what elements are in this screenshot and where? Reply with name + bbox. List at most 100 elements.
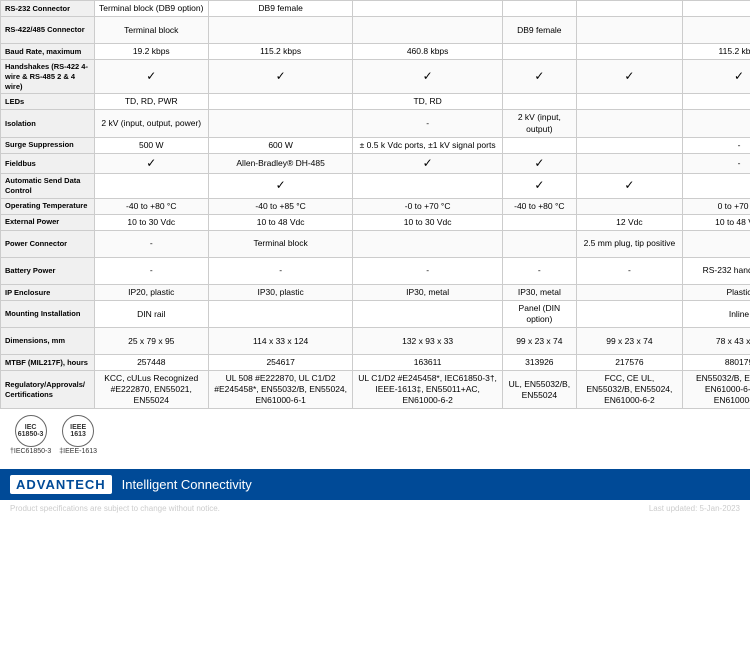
cert-label-ieee: ‡IEEE-1613 — [59, 448, 97, 455]
cell: -40 to +80 °C — [502, 198, 576, 214]
cell: ✓ — [502, 174, 576, 199]
cell: DIN rail — [94, 301, 208, 328]
cell — [683, 94, 750, 110]
specs-table: RS-232 ConnectorTerminal block (DB9 opti… — [0, 0, 750, 409]
cell: -40 to +85 °C — [208, 198, 352, 214]
table-row: External Power10 to 30 Vdc10 to 48 Vdc10… — [1, 214, 750, 230]
cell: 99 x 23 x 74 — [576, 328, 682, 355]
cell: 78 x 43 x 20 — [683, 328, 750, 355]
cell: ✓ — [576, 174, 682, 199]
cell: KCC, cULus Recognized #E222870, EN55021,… — [94, 371, 208, 409]
table-row: MTBF (MIL217F), hours2574482546171636113… — [1, 355, 750, 371]
cell — [208, 94, 352, 110]
row-label: Baud Rate, maximum — [1, 44, 95, 60]
cell: 0 to +70 °C — [683, 198, 750, 214]
cell: 313926 — [502, 355, 576, 371]
cert-icon-iec: IEC61850-3 — [15, 415, 47, 447]
cell: 460.8 kbps — [353, 44, 503, 60]
table-row: Regulatory/Approvals/ CertificationsKCC,… — [1, 371, 750, 409]
cell: 217576 — [576, 355, 682, 371]
cell: Terminal block — [94, 17, 208, 44]
cell: EN55032/B, EN55024, EN61000-6-3+A1, EN61… — [683, 371, 750, 409]
cell: 163611 — [353, 355, 503, 371]
cell — [502, 230, 576, 257]
cell: ✓ — [502, 60, 576, 94]
cell: 115.2 kbps — [208, 44, 352, 60]
table-row: Handshakes (RS-422 4-wire & RS-485 2 & 4… — [1, 60, 750, 94]
row-label: Automatic Send Data Control — [1, 174, 95, 199]
row-label: Battery Power — [1, 257, 95, 284]
cell: ✓ — [683, 60, 750, 94]
cell — [576, 17, 682, 44]
cell: - — [208, 257, 352, 284]
cell — [576, 198, 682, 214]
table-row: Battery Power-----RS-232 handshake-RS-23… — [1, 257, 750, 284]
page-container: RS-232 ConnectorTerminal block (DB9 opti… — [0, 0, 750, 517]
table-row: Power Connector-Terminal block2.5 mm plu… — [1, 230, 750, 257]
cell — [576, 285, 682, 301]
cell: IP30, metal — [502, 285, 576, 301]
cell: - — [94, 230, 208, 257]
cell: - — [94, 257, 208, 284]
cell: 132 x 93 x 33 — [353, 328, 503, 355]
footer-notice: Product specifications are subject to ch… — [10, 504, 220, 513]
cell — [576, 1, 682, 17]
cell: 257448 — [94, 355, 208, 371]
table-row: IP EnclosureIP20, plasticIP30, plasticIP… — [1, 285, 750, 301]
cell: IP20, plastic — [94, 285, 208, 301]
cell: RS-232 handshake — [683, 257, 750, 284]
cell — [208, 301, 352, 328]
table-row: Baud Rate, maximum19.2 kbps115.2 kbps460… — [1, 44, 750, 60]
cell — [683, 1, 750, 17]
cell — [502, 1, 576, 17]
cell — [94, 174, 208, 199]
cell: 10 to 48 Vdc — [683, 214, 750, 230]
table-row: Dimensions, mm25 x 79 x 95114 x 33 x 124… — [1, 328, 750, 355]
cell: UL, EN55032/B, EN55024 — [502, 371, 576, 409]
cell: 25 x 79 x 95 — [94, 328, 208, 355]
row-label: LEDs — [1, 94, 95, 110]
cell — [576, 153, 682, 174]
cell — [502, 44, 576, 60]
cell: Plastic — [683, 285, 750, 301]
cell: Terminal block — [208, 230, 352, 257]
cell: ✓ — [94, 60, 208, 94]
cell — [576, 301, 682, 328]
cell: 500 W — [94, 137, 208, 153]
cell: 10 to 48 Vdc — [208, 214, 352, 230]
cell: ± 0.5 k Vdc ports, ±1 kV signal ports — [353, 137, 503, 153]
row-label: External Power — [1, 214, 95, 230]
cell: TD, RD — [353, 94, 503, 110]
cell: - — [353, 257, 503, 284]
cell — [576, 137, 682, 153]
cell: -40 to +80 °C — [94, 198, 208, 214]
cert-2: IEEE1613 ‡IEEE-1613 — [59, 415, 97, 455]
cell: ✓ — [208, 60, 352, 94]
row-label: Fieldbus — [1, 153, 95, 174]
cell: - — [353, 110, 503, 137]
row-label: Dimensions, mm — [1, 328, 95, 355]
cell — [502, 214, 576, 230]
cell: TD, RD, PWR — [94, 94, 208, 110]
cell: 2 kV (input, output) — [502, 110, 576, 137]
cell — [502, 137, 576, 153]
footer-bottom: Product specifications are subject to ch… — [0, 500, 750, 517]
cert-label-iec: †IEC61850-3 — [10, 448, 51, 455]
cert-icon-text-ieee: IEEE1613 — [70, 424, 86, 439]
cell: Panel (DIN option) — [502, 301, 576, 328]
cell: 10 to 30 Vdc — [94, 214, 208, 230]
cell — [683, 230, 750, 257]
row-label: Mounting Installation — [1, 301, 95, 328]
cell — [502, 94, 576, 110]
cell: DB9 female — [502, 17, 576, 44]
cell: ✓ — [94, 153, 208, 174]
table-row: Isolation2 kV (input, output, power)-2 k… — [1, 110, 750, 137]
row-label: RS-232 Connector — [1, 1, 95, 17]
cell: FCC, CE UL, EN55032/B, EN55024, EN61000-… — [576, 371, 682, 409]
cell: 2 kV (input, output, power) — [94, 110, 208, 137]
cert-icon-text: IEC61850-3 — [18, 424, 44, 439]
cell: 10 to 30 Vdc — [353, 214, 503, 230]
cell: 115.2 kbps — [683, 44, 750, 60]
table-row: LEDsTD, RD, PWRTD, RDTD, RD- — [1, 94, 750, 110]
cell — [576, 110, 682, 137]
